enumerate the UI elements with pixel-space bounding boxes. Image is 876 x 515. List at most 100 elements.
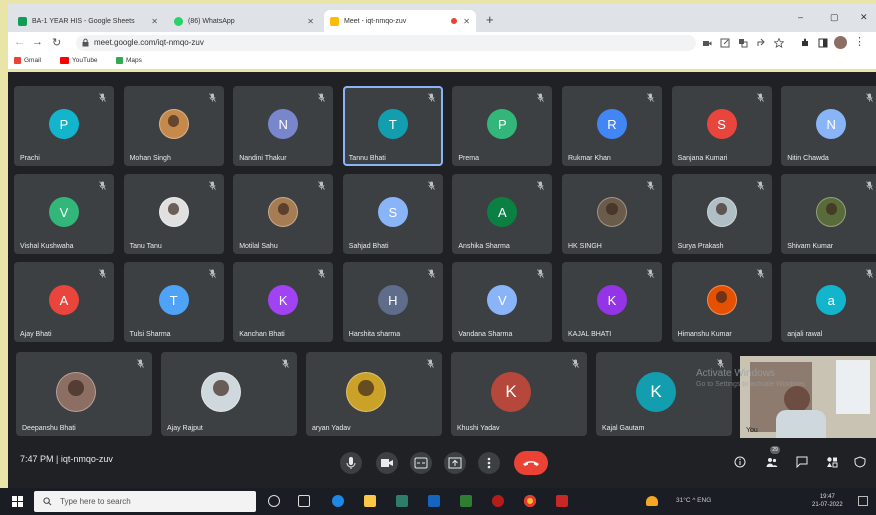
back-icon[interactable]: ← (14, 36, 25, 48)
participant-tile[interactable]: V Vishal Kushwaha (14, 174, 114, 254)
captions-button[interactable] (410, 452, 432, 474)
participant-tile[interactable]: Shivam Kumar (781, 174, 876, 254)
weather-icon[interactable] (646, 496, 658, 506)
mic-off-icon (99, 93, 106, 102)
participant-name: Sanjana Kumari (677, 155, 728, 162)
store-icon[interactable] (396, 495, 408, 507)
participant-tile[interactable]: S Sahjad Bhati (342, 174, 443, 254)
notifications-icon[interactable] (858, 496, 868, 506)
open-in-app-icon[interactable] (720, 38, 730, 48)
participant-name: Prachi (20, 155, 40, 162)
participant-tile[interactable]: Himanshu Kumar (671, 262, 772, 342)
close-icon[interactable]: ✕ (151, 17, 158, 26)
mic-button[interactable] (340, 452, 362, 474)
activities-icon[interactable] (826, 456, 838, 468)
close-icon[interactable]: ✕ (307, 17, 314, 26)
minimize-icon[interactable]: – (798, 12, 803, 22)
tab-meet[interactable]: Meet - iqt-nmqo-zuv ✕ (324, 10, 476, 32)
forward-icon[interactable]: → (32, 36, 43, 48)
participant-tile[interactable]: K KAJAL BHATI (562, 262, 662, 342)
participant-tile[interactable]: N Nitin Chawda (781, 86, 876, 166)
mail-icon[interactable] (428, 495, 440, 507)
reload-icon[interactable]: ↻ (52, 36, 61, 49)
side-panel-icon[interactable] (818, 38, 828, 48)
bookmark-gmail[interactable]: Gmail (14, 57, 41, 64)
menu-kebab-icon[interactable]: ⋮ (854, 35, 865, 48)
chat-icon[interactable] (796, 456, 808, 468)
participant-name: Deepanshu Bhati (22, 425, 76, 432)
participant-tile[interactable]: H Harshita sharma (342, 262, 443, 342)
task-view-icon[interactable] (298, 495, 310, 507)
maximize-icon[interactable]: ▢ (830, 12, 839, 23)
participant-name: Mohan Singh (129, 155, 171, 162)
new-tab-button[interactable]: + (486, 12, 494, 27)
lock-icon (82, 38, 89, 47)
cortana-icon[interactable] (268, 495, 280, 507)
windows-start-icon[interactable] (12, 496, 23, 507)
participant-tile[interactable]: aryan Yadav (306, 352, 442, 436)
close-icon[interactable]: ✕ (463, 17, 470, 26)
present-button[interactable] (444, 452, 466, 474)
camera-button[interactable] (376, 452, 398, 474)
mic-off-icon (866, 181, 874, 190)
photo-face (606, 203, 618, 215)
tab-whatsapp[interactable]: (86) WhatsApp ✕ (168, 10, 320, 32)
address-bar[interactable]: meet.google.com/iqt-nmqo-zuv (76, 35, 696, 51)
bookmark-youtube[interactable]: YouTube (60, 57, 98, 64)
pdf-reader-icon[interactable] (556, 495, 568, 507)
participant-tile[interactable]: Ajay Rajput (161, 352, 297, 436)
people-icon[interactable] (766, 456, 778, 468)
info-icon[interactable] (734, 456, 746, 468)
participant-tile[interactable]: Surya Prakash (671, 174, 772, 254)
participant-tile[interactable]: S Sanjana Kumari (671, 86, 772, 166)
participant-tile[interactable]: A Anshika Sharma (452, 174, 553, 254)
edge-icon[interactable] (332, 495, 344, 507)
taskbar-clock[interactable]: 19:47 21-07-2022 (812, 493, 843, 509)
window-close-icon[interactable]: ✕ (860, 12, 868, 23)
mic-off-icon (99, 181, 106, 190)
captions-icon (414, 457, 428, 469)
participant-tile[interactable]: A Ajay Bhati (14, 262, 114, 342)
participant-tile[interactable]: HK SINGH (562, 174, 662, 254)
participant-tile[interactable]: P Prachi (14, 86, 114, 166)
share-icon[interactable] (756, 38, 766, 48)
participant-avatar: N (268, 109, 299, 139)
photo-face (167, 203, 180, 215)
chrome-icon[interactable] (524, 495, 536, 507)
participant-tile[interactable]: Mohan Singh (123, 86, 224, 166)
meet-control-bar: 7:47 PM | iqt-nmqo-zuv 29 (8, 440, 876, 488)
tab-google-sheets[interactable]: BA-1 YEAR HIS - Google Sheets ✕ (12, 10, 164, 32)
participant-tile[interactable]: T Tannu Bhati (342, 86, 443, 166)
taskbar-search-box[interactable]: Type here to search (34, 491, 256, 512)
extensions-icon[interactable] (800, 38, 810, 48)
photo-face (167, 115, 180, 127)
host-controls-icon[interactable] (854, 456, 866, 468)
system-tray[interactable]: 31°C ^ ENG (676, 497, 711, 504)
mic-off-icon (427, 181, 435, 190)
excel-icon[interactable] (460, 495, 472, 507)
participant-tile[interactable]: Deepanshu Bhati (16, 352, 152, 436)
camera-icon[interactable] (702, 38, 712, 48)
participant-tile[interactable]: K Kanchan Bhati (233, 262, 334, 342)
participant-avatar: a (816, 285, 847, 315)
bookmark-star-icon[interactable] (774, 38, 784, 48)
more-options-button[interactable] (478, 452, 500, 474)
app-icon[interactable] (492, 495, 504, 507)
participant-tile[interactable]: T Tulsi Sharma (123, 262, 224, 342)
translate-icon[interactable] (738, 38, 748, 48)
profile-avatar[interactable] (834, 36, 847, 49)
participant-tile[interactable]: R Rukmar Khan (562, 86, 662, 166)
participant-tile[interactable]: Motilal Sahu (233, 174, 334, 254)
participant-tile[interactable]: N Nandini Thakur (233, 86, 334, 166)
participant-tile[interactable]: K Kajal Gautam (596, 352, 732, 436)
participant-tile[interactable]: a anjali rawal (781, 262, 876, 342)
file-explorer-icon[interactable] (364, 495, 376, 507)
participant-tile[interactable]: K Khushi Yadav (451, 352, 587, 436)
browser-tab-bar: BA-1 YEAR HIS - Google Sheets ✕ (86) Wha… (8, 4, 876, 32)
bookmark-maps[interactable]: Maps (116, 57, 142, 64)
mic-off-icon (208, 181, 216, 190)
participant-tile[interactable]: P Prema (452, 86, 553, 166)
participant-tile[interactable]: V Vandana Sharma (452, 262, 553, 342)
participant-tile[interactable]: Tanu Tanu (123, 174, 224, 254)
leave-call-button[interactable] (514, 451, 548, 475)
